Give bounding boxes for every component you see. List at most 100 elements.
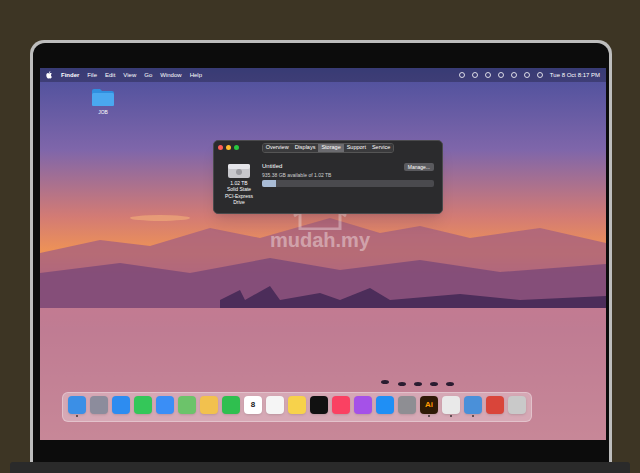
tab-label: Displays <box>295 144 316 150</box>
running-indicator <box>318 415 320 417</box>
status-icon[interactable] <box>537 72 543 78</box>
dock-item[interactable] <box>68 396 86 417</box>
disk-header: Untitled935.38 GB available of 1.02 TB Ma… <box>262 163 434 178</box>
dock-item[interactable] <box>200 396 218 417</box>
disk-detail: Untitled935.38 GB available of 1.02 TB Ma… <box>262 160 434 205</box>
dock-app-icon[interactable] <box>134 396 152 414</box>
running-indicator <box>516 415 518 417</box>
clock[interactable]: Tue 8 Oct 8:17 PM <box>550 71 600 80</box>
close-button[interactable] <box>218 145 223 150</box>
disk-capacity: 1.02 TB <box>230 180 247 186</box>
running-indicator <box>494 415 496 417</box>
status-icon[interactable] <box>524 72 530 78</box>
dock-item[interactable] <box>376 396 394 417</box>
tab[interactable]: Overview <box>263 144 292 152</box>
wallpaper-landscape-icon <box>40 68 606 440</box>
dock-app-icon[interactable] <box>398 396 416 414</box>
dock-item[interactable] <box>178 396 196 417</box>
dock-icon-label: 8 <box>251 401 255 409</box>
dock-app-icon[interactable] <box>266 396 284 414</box>
dock-item[interactable] <box>486 396 504 417</box>
manage-button[interactable]: Manage... <box>404 163 434 171</box>
zoom-button[interactable] <box>234 145 239 150</box>
dock-app-icon[interactable] <box>288 396 306 414</box>
dock-app-icon[interactable] <box>442 396 460 414</box>
status-icon[interactable] <box>485 72 491 78</box>
menu-item[interactable]: Help <box>190 71 202 80</box>
dock-app-icon[interactable] <box>332 396 350 414</box>
status-icon[interactable] <box>498 72 504 78</box>
menu-item[interactable]: Edit <box>105 71 115 80</box>
tab[interactable]: Support <box>344 144 369 152</box>
tab[interactable]: Service <box>369 144 393 152</box>
dock-app-icon[interactable] <box>376 396 394 414</box>
dock-item[interactable] <box>112 396 130 417</box>
dock-item[interactable] <box>508 396 526 417</box>
dock-app-icon[interactable] <box>90 396 108 414</box>
status-icon[interactable] <box>472 72 478 78</box>
running-indicator <box>428 415 430 417</box>
dock-app-icon[interactable] <box>310 396 328 414</box>
dock-item[interactable] <box>288 396 306 417</box>
dock-app-icon[interactable] <box>486 396 504 414</box>
dock-item[interactable] <box>332 396 350 417</box>
tab[interactable]: Storage <box>318 144 343 152</box>
dock-icon-label: Ai <box>425 401 433 409</box>
hard-drive-icon <box>226 160 252 180</box>
status-icon[interactable] <box>459 72 465 78</box>
running-indicator <box>362 415 364 417</box>
dock-app-icon[interactable] <box>156 396 174 414</box>
disk-available: 935.38 GB available of 1.02 TB <box>262 172 400 178</box>
dock-item[interactable] <box>464 396 482 417</box>
tab-label: Overview <box>266 144 289 150</box>
dock-item[interactable]: 8 <box>244 396 262 417</box>
dock-item[interactable] <box>310 396 328 417</box>
laptop-hinge <box>10 462 630 473</box>
tab-label: Support <box>347 144 366 150</box>
dock-item[interactable] <box>354 396 372 417</box>
desktop-folder[interactable]: JOB <box>88 88 118 115</box>
dock-app-icon[interactable]: 8 <box>244 396 262 414</box>
dock: 8 Ai <box>62 392 532 422</box>
menu-item[interactable]: View <box>123 71 136 80</box>
folder-icon <box>91 88 115 107</box>
dock-app-icon[interactable] <box>200 396 218 414</box>
dock-item[interactable] <box>398 396 416 417</box>
dock-app-icon[interactable] <box>464 396 482 414</box>
dock-app-icon[interactable] <box>508 396 526 414</box>
storage-fill <box>262 180 276 187</box>
minimize-button[interactable] <box>226 145 231 150</box>
apple-logo-icon[interactable] <box>46 71 53 79</box>
storage-panel: 1.02 TBSolid State PCI-Express Drive Unti… <box>214 155 442 213</box>
menu-item[interactable]: Window <box>160 71 181 80</box>
dock-app-icon[interactable] <box>112 396 130 414</box>
dock-app-icon[interactable] <box>354 396 372 414</box>
menu-item[interactable]: Go <box>144 71 152 80</box>
dock-item[interactable]: Ai <box>420 396 438 417</box>
disk-type: Solid State PCI-Express Drive <box>222 186 256 205</box>
tab[interactable]: Displays <box>292 144 319 152</box>
menu-item[interactable]: File <box>87 71 97 80</box>
dock-item[interactable] <box>266 396 284 417</box>
dock-app-icon[interactable] <box>178 396 196 414</box>
running-indicator <box>230 415 232 417</box>
tab-label: Service <box>372 144 390 150</box>
dock-app-icon[interactable] <box>68 396 86 414</box>
menu-bar: Finder File Edit View Go Window Help Tue 8 Oct … <box>40 68 606 82</box>
dock-app-icon[interactable] <box>222 396 240 414</box>
title-bar: Overview DisplaysStorage Support Service <box>214 141 442 155</box>
desktop: Finder File Edit View Go Window Help Tue 8 Oct … <box>40 68 606 440</box>
storage-bar <box>262 180 434 187</box>
dock-item[interactable] <box>90 396 108 417</box>
status-icon[interactable] <box>511 72 517 78</box>
tab-bar: Overview DisplaysStorage Support Service <box>262 143 395 153</box>
dock-app-icon[interactable]: Ai <box>420 396 438 414</box>
disk-names: Untitled935.38 GB available of 1.02 TB <box>262 163 400 178</box>
app-menu[interactable]: Finder <box>61 71 79 80</box>
dock-item[interactable] <box>134 396 152 417</box>
dock-item[interactable] <box>442 396 460 417</box>
running-indicator <box>76 415 78 417</box>
dock-item[interactable] <box>156 396 174 417</box>
dock-item[interactable] <box>222 396 240 417</box>
running-indicator <box>406 415 408 417</box>
